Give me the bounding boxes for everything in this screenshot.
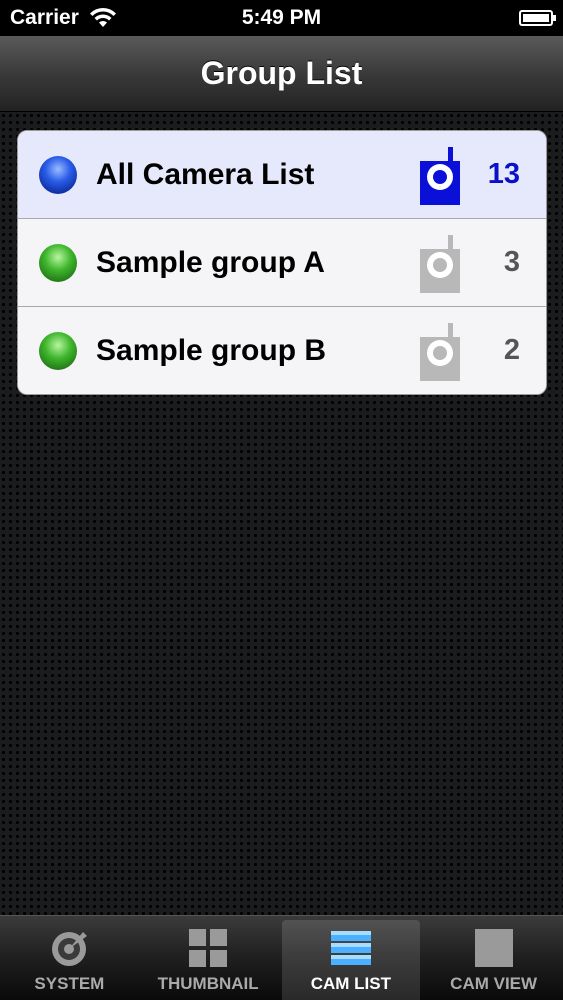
- group-label: All Camera List: [96, 157, 315, 191]
- system-icon: [52, 932, 88, 966]
- group-row-sample-group-b[interactable]: Sample group B 2: [18, 307, 546, 394]
- tab-thumbnail[interactable]: THUMBNAIL: [139, 916, 278, 1000]
- tab-label: CAM LIST: [310, 974, 392, 993]
- group-count: 13: [487, 158, 520, 190]
- thumbnail-grid-icon: [189, 929, 228, 967]
- camera-icon: [420, 147, 460, 205]
- group-label: Sample group A: [96, 245, 325, 279]
- group-row-all-camera-list[interactable]: All Camera List 13: [18, 131, 546, 219]
- group-count: 2: [503, 334, 520, 366]
- status-bar: Carrier 5:49 PM: [0, 0, 563, 36]
- status-ball-icon: [39, 155, 77, 194]
- status-ball-icon: [39, 243, 77, 282]
- tab-bar: SYSTEM THUMBNAIL CAM LIST CAM VIEW: [0, 915, 563, 1000]
- carrier-label: Carrier: [10, 6, 79, 29]
- cam-list-icon: [330, 931, 371, 965]
- tab-label: SYSTEM: [34, 974, 105, 993]
- group-list-table: All Camera List 13 Sample group A 3 Samp: [17, 130, 547, 395]
- tab-label: CAM VIEW: [450, 974, 538, 993]
- group-count: 3: [503, 246, 520, 278]
- tab-cam-view[interactable]: CAM VIEW: [424, 916, 563, 1000]
- group-row-sample-group-a[interactable]: Sample group A 3: [18, 219, 546, 307]
- cam-view-icon: [474, 929, 513, 967]
- content-area: All Camera List 13 Sample group A 3 Samp: [0, 112, 563, 915]
- battery-icon: [519, 10, 556, 26]
- camera-icon: [420, 323, 460, 381]
- group-label: Sample group B: [96, 333, 327, 367]
- status-ball-icon: [39, 331, 77, 370]
- camera-icon: [420, 235, 460, 293]
- navigation-bar: Group List: [0, 36, 563, 112]
- tab-cam-list[interactable]: CAM LIST: [281, 920, 421, 1000]
- tab-label: THUMBNAIL: [157, 974, 259, 993]
- wifi-icon: [89, 7, 116, 27]
- page-title: Group List: [200, 55, 363, 91]
- tab-system[interactable]: SYSTEM: [0, 916, 139, 1000]
